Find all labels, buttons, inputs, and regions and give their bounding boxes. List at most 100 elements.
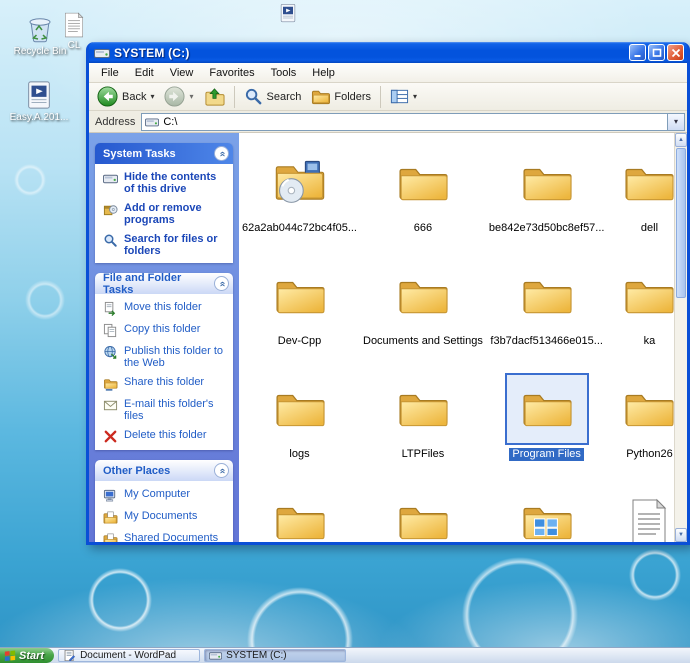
folder-icon	[522, 276, 572, 316]
scrollbar-thumb[interactable]	[676, 148, 686, 298]
windows-folder-icon	[522, 502, 572, 542]
my-computer-icon	[103, 488, 118, 503]
back-dropdown-icon[interactable]: ▾	[150, 92, 154, 101]
taskbar-task-wordpad[interactable]: Document - WordPad	[58, 649, 201, 662]
menu-tools[interactable]: Tools	[263, 65, 305, 81]
file-item[interactable]: 62a2ab044c72bc4f05...	[239, 147, 360, 260]
task-pane: System Tasks « Hide the contents of this…	[89, 133, 239, 542]
title-bar[interactable]: SYSTEM (C:)	[89, 42, 687, 63]
task-copy-folder[interactable]: Copy this folder	[103, 323, 229, 338]
task-hide-contents[interactable]: Hide the contents of this drive	[103, 171, 229, 195]
scroll-down-button[interactable]: ▼	[675, 528, 687, 542]
scroll-up-button[interactable]: ▲	[675, 133, 687, 147]
file-item[interactable]: LTPFiles	[360, 373, 486, 486]
folder-icon	[624, 389, 674, 429]
file-item[interactable]: logs	[239, 373, 360, 486]
caption-buttons	[629, 44, 684, 61]
maximize-button[interactable]	[648, 44, 665, 61]
task-label: Shared Documents	[124, 532, 219, 542]
link-shared-documents[interactable]: Shared Documents	[103, 532, 229, 542]
link-my-computer[interactable]: My Computer	[103, 488, 229, 503]
back-button[interactable]: Back ▾	[93, 84, 158, 109]
file-item-selected[interactable]: Program Files	[486, 373, 608, 486]
file-label: Dev-Cpp	[277, 335, 322, 347]
menu-edit[interactable]: Edit	[127, 65, 162, 81]
views-button[interactable]: ▾	[386, 85, 421, 108]
desktop-icon-easy[interactable]: Easy.A.201...	[6, 80, 72, 123]
link-my-documents[interactable]: My Documents	[103, 510, 229, 525]
menu-favorites[interactable]: Favorites	[201, 65, 262, 81]
task-delete-folder[interactable]: Delete this folder	[103, 429, 229, 444]
file-item[interactable]	[486, 486, 608, 542]
address-bar: Address C:\ ▾	[89, 111, 687, 133]
panel-header-file-tasks[interactable]: File and Folder Tasks «	[95, 273, 233, 296]
collapse-chevron-icon[interactable]: «	[214, 276, 229, 291]
folder-icon	[275, 502, 325, 542]
window-body: System Tasks « Hide the contents of this…	[89, 133, 687, 542]
file-item[interactable]: f3b7dacf513466e015...	[486, 260, 608, 373]
file-item[interactable]: Documents and Settings	[360, 260, 486, 373]
file-label: be842e73d50bc8ef57...	[488, 222, 605, 234]
taskbar-task-system-c[interactable]: SYSTEM (C:)	[204, 649, 347, 662]
file-item[interactable]: be842e73d50bc8ef57...	[486, 147, 608, 260]
document-icon	[629, 498, 669, 542]
collapse-chevron-icon[interactable]: «	[214, 146, 229, 161]
task-label: Add or remove programs	[124, 202, 202, 226]
file-label: Program Files	[509, 448, 584, 461]
explorer-window: SYSTEM (C:) File Edit View Favorites Too…	[86, 42, 690, 545]
task-label: Share this folder	[124, 376, 205, 388]
folder-icon	[275, 389, 325, 429]
close-icon	[671, 48, 680, 57]
task-publish-folder[interactable]: Publish this folder to the Web	[103, 345, 229, 369]
panel-header-other-places[interactable]: Other Places «	[95, 460, 233, 481]
panel-title: System Tasks	[103, 147, 176, 160]
address-dropdown-button[interactable]: ▾	[667, 113, 684, 130]
panel-body: My Computer My Documents Shared Document…	[95, 481, 233, 542]
file-item[interactable]: Dev-Cpp	[239, 260, 360, 373]
back-label: Back	[122, 90, 147, 103]
close-button[interactable]	[667, 44, 684, 61]
file-item[interactable]	[239, 486, 360, 542]
windows-flag-icon	[4, 650, 16, 662]
search-icon	[103, 233, 118, 248]
menu-file[interactable]: File	[93, 65, 127, 81]
vertical-scrollbar[interactable]: ▲ ▼	[674, 133, 687, 542]
desktop-icon-hidden[interactable]	[276, 3, 300, 23]
task-label: My Documents	[124, 510, 198, 522]
task-share-folder[interactable]: Share this folder	[103, 376, 229, 391]
file-label: ka	[643, 335, 656, 347]
minimize-button[interactable]	[629, 44, 646, 61]
my-documents-icon	[103, 510, 118, 525]
task-email-files[interactable]: E-mail this folder's files	[103, 398, 229, 422]
panel-system-tasks: System Tasks « Hide the contents of this…	[95, 143, 233, 263]
task-add-remove-programs[interactable]: Add or remove programs	[103, 202, 229, 226]
forward-dropdown-icon[interactable]: ▾	[189, 92, 193, 101]
file-label: LTPFiles	[401, 448, 445, 460]
menu-view[interactable]: View	[162, 65, 202, 81]
address-input[interactable]: C:\ ▾	[141, 112, 685, 131]
file-icon	[62, 12, 86, 38]
panel-header-system-tasks[interactable]: System Tasks «	[95, 143, 233, 164]
file-item[interactable]	[360, 486, 486, 542]
file-item[interactable]: 666	[360, 147, 486, 260]
menu-bar: File Edit View Favorites Tools Help	[89, 63, 687, 83]
file-label: f3b7dacf513466e015...	[490, 335, 603, 347]
task-move-folder[interactable]: Move this folder	[103, 301, 229, 316]
start-button[interactable]: Start	[0, 648, 55, 663]
collapse-chevron-icon[interactable]: «	[214, 463, 229, 478]
wordpad-icon	[63, 649, 76, 662]
folders-button[interactable]: Folders	[307, 85, 375, 108]
file-label: logs	[289, 448, 310, 460]
views-dropdown-icon[interactable]: ▾	[413, 92, 417, 101]
file-list-area: 62a2ab044c72bc4f05... 666 be842e73d50bc8…	[239, 133, 687, 542]
task-label: Copy this folder	[124, 323, 201, 335]
menu-help[interactable]: Help	[304, 65, 343, 81]
search-button[interactable]: Search	[240, 85, 306, 108]
task-search-files[interactable]: Search for files or folders	[103, 233, 229, 257]
forward-button[interactable]: ▾	[160, 84, 197, 109]
up-button[interactable]	[200, 84, 229, 109]
drive-icon	[145, 115, 159, 129]
task-label: Move this folder	[124, 301, 202, 313]
panel-body: Hide the contents of this drive Add or r…	[95, 164, 233, 263]
forward-icon	[164, 86, 185, 107]
